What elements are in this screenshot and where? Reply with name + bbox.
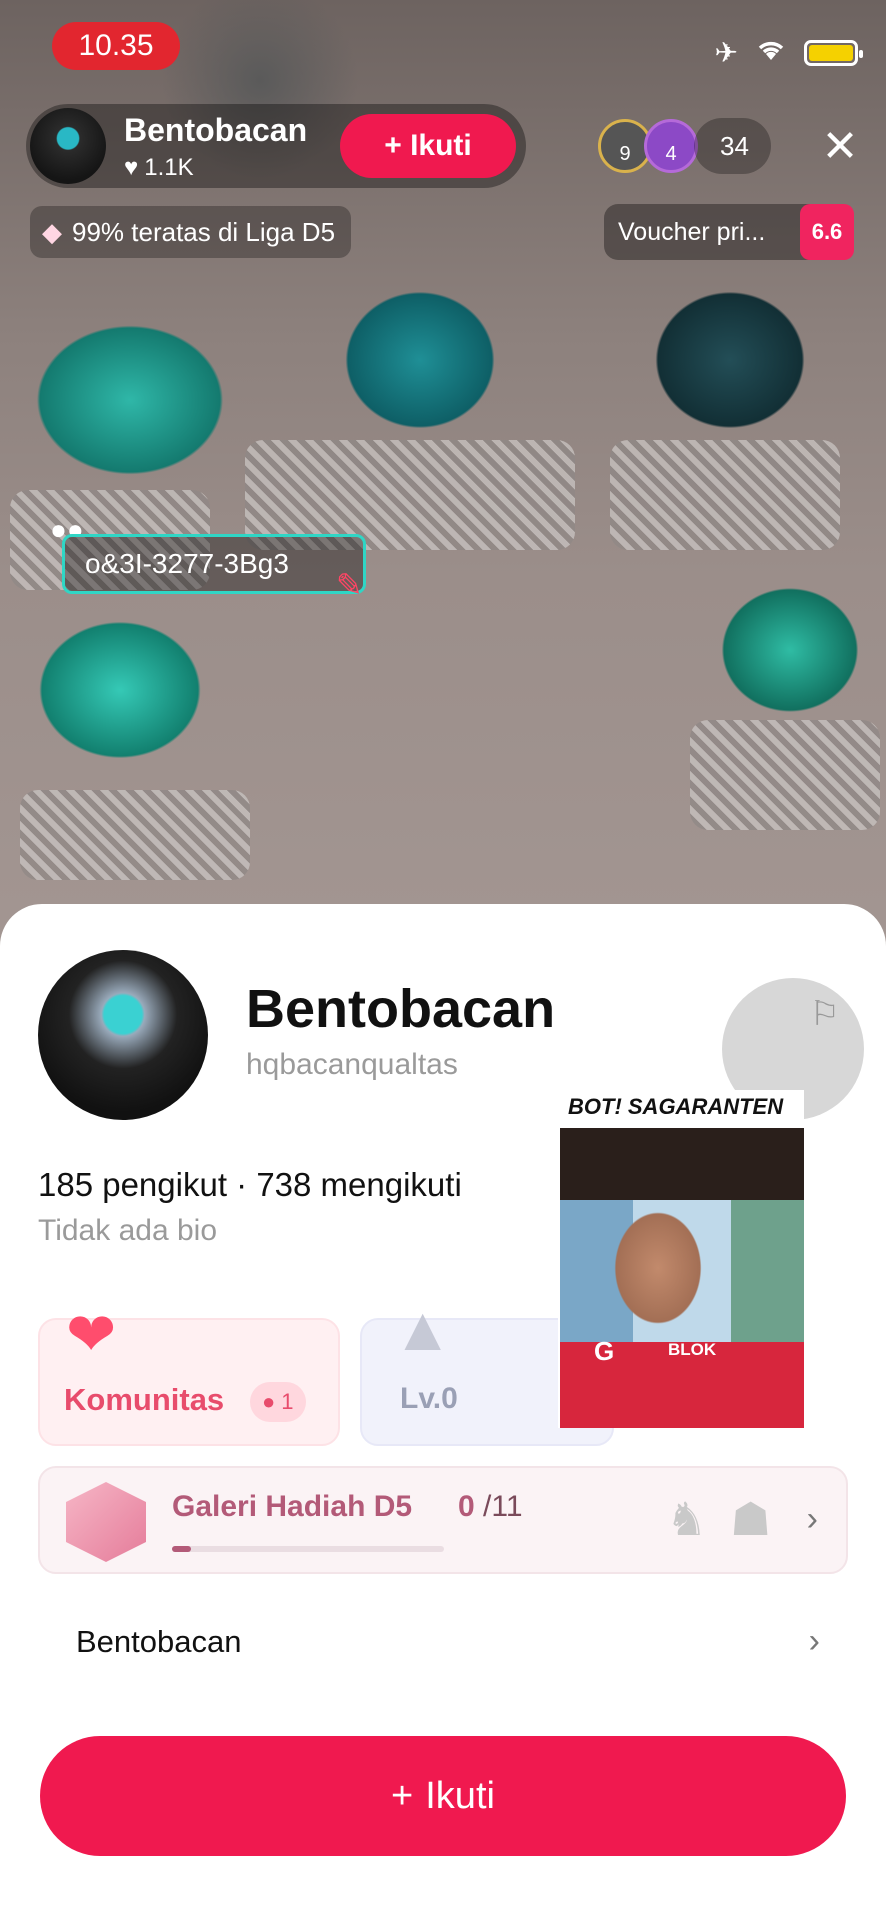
community-label: Komunitas [64, 1382, 225, 1417]
wifi-icon [756, 37, 786, 69]
meme-photo: G BLOK [560, 1128, 804, 1428]
league-badge[interactable]: ◆ 99% teratas di Liga D5 [30, 206, 352, 258]
follow-button-label: Ikuti [425, 1774, 495, 1817]
gallery-total: /11 [483, 1490, 523, 1523]
dragon-gift-icon: ♞ [666, 1493, 708, 1545]
follow-stats[interactable]: 185 pengikut · 738 mengikuti [38, 1166, 462, 1204]
meme-caption-left: G [594, 1336, 615, 1366]
viewer-count[interactable]: 34 [694, 118, 771, 174]
close-icon[interactable]: ✕ [818, 122, 862, 171]
diamond-icon: ◆ [42, 216, 62, 247]
person-icon: ● [262, 1389, 276, 1414]
host-name-row[interactable]: Bentobacan › [38, 1596, 848, 1692]
gem-icon [66, 1482, 146, 1562]
heart-icon: ♥ [124, 154, 139, 181]
ring-decoration [20, 790, 250, 880]
meme-caption-right: BLOK [668, 1340, 717, 1359]
host-avatar[interactable] [30, 108, 106, 184]
league-text: 99% teratas di Liga D5 [72, 216, 336, 247]
gallery-current: 0 [458, 1490, 475, 1523]
viewer-list[interactable]: 9 4 34 [598, 118, 771, 174]
chevron-right-icon: › [806, 1500, 818, 1538]
ring-decoration [610, 440, 840, 550]
gallery-title: Galeri Hadiah D5 [172, 1490, 413, 1523]
meme-title: BOT! SAGARANTEN [568, 1094, 784, 1119]
community-count-value: 1 [281, 1389, 294, 1414]
heart-mascot-icon: ❤ [66, 1301, 117, 1368]
follow-button-header[interactable]: + Ikuti [340, 114, 516, 178]
host-name-row-label: Bentobacan [76, 1624, 242, 1659]
status-icons: ✈ [714, 36, 863, 69]
gallery-progress: 0 /11 [458, 1490, 523, 1524]
voucher-badge: 6.6 [800, 204, 854, 260]
status-time: 10.35 [52, 22, 180, 70]
level-arrow-icon: ▲ [392, 1295, 454, 1364]
gift-gallery-card[interactable]: Galeri Hadiah D5 0 /11 ♞ ☗ › [38, 1466, 848, 1574]
profile-bio: Tidak ada bio [38, 1214, 218, 1247]
pencil-icon: ✎ [336, 567, 363, 603]
host-name: Bentobacan [124, 112, 308, 148]
chevron-right-icon: › [808, 1622, 820, 1660]
battery-icon [804, 39, 863, 66]
host-likes: ♥ 1.1K [124, 154, 194, 182]
ring-decoration [690, 720, 880, 830]
airplane-icon: ✈ [714, 37, 738, 68]
voucher-text: Voucher pri... [618, 217, 766, 246]
plus-icon: + [391, 1774, 414, 1817]
community-member-count: ● 1 [250, 1382, 306, 1422]
community-card[interactable]: ❤ Komunitas ● 1 [38, 1301, 340, 1446]
profile-name: Bentobacan [246, 979, 556, 1039]
profile-handle: hqbacanqualtas [246, 1048, 458, 1081]
host-pill[interactable]: Bentobacan ♥ 1.1K + Ikuti [26, 104, 526, 188]
bear-gift-icon: ☗ [730, 1493, 772, 1545]
likes-count: 1.1K [144, 154, 194, 181]
gallery-progress-bar [172, 1546, 444, 1552]
meme-sticker-overlay: BOT! SAGARANTEN G BLOK [558, 1090, 804, 1428]
profile-avatar[interactable] [38, 950, 208, 1120]
pinned-comment[interactable]: o&3I-3277-3Bg3 [62, 534, 366, 594]
voucher-banner[interactable]: Voucher pri... 6.6 [604, 204, 854, 260]
level-label: Lv.0 [400, 1382, 458, 1415]
gallery-progress-fill [172, 1546, 192, 1552]
viewer-avatar[interactable]: 4 [644, 119, 698, 173]
follow-button[interactable]: + Ikuti [40, 1736, 846, 1856]
